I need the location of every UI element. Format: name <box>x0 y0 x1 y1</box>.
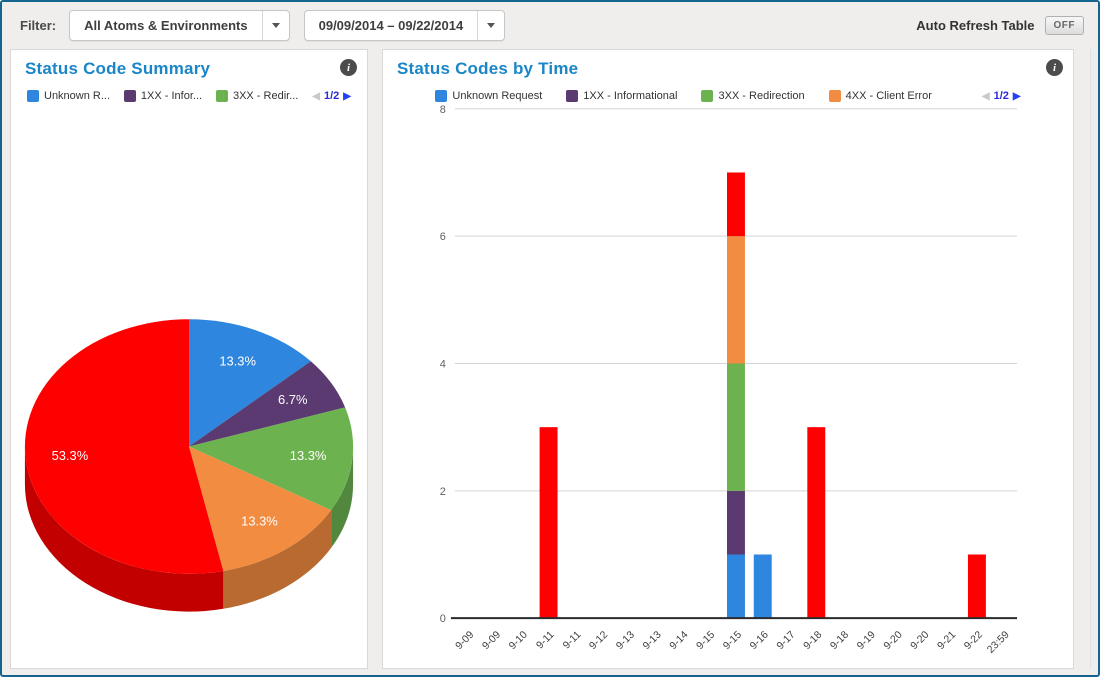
legend-item[interactable]: Unknown R... <box>27 90 110 102</box>
panel-title: Status Code Summary <box>25 59 211 78</box>
status-code-summary-panel: Status Code Summary i Unknown R... 1XX - … <box>10 49 368 669</box>
x-axis-tick-label: 23:59 <box>985 629 1011 655</box>
x-axis-tick-label: 9-15 <box>722 629 745 652</box>
chevron-down-icon[interactable] <box>263 22 289 28</box>
chevron-down-icon[interactable] <box>478 22 504 28</box>
bar-segment[interactable] <box>539 427 558 619</box>
pager-page-number: 1/2 <box>323 90 340 102</box>
x-axis-tick-label: 9-21 <box>936 629 959 652</box>
atoms-environments-value: All Atoms & Environments <box>84 17 248 33</box>
pie-slice-label: 53.3% <box>52 448 89 463</box>
legend-swatch-icon <box>701 90 714 102</box>
legend-label: Unknown Request <box>452 90 543 102</box>
legend-swatch-icon <box>123 90 136 102</box>
panel-title: Status Codes by Time <box>397 59 579 78</box>
auto-refresh-group: Auto Refresh Table OFF <box>916 15 1084 35</box>
bar-segment[interactable] <box>727 363 745 491</box>
info-icon[interactable]: i <box>1046 59 1063 76</box>
pager-page-number: 1/2 <box>993 90 1009 102</box>
legend-label: Unknown R... <box>44 90 111 102</box>
info-icon[interactable]: i <box>340 59 357 76</box>
legend-item[interactable]: 3XX - Redirection <box>701 90 805 102</box>
filter-label: Filter: <box>20 17 57 33</box>
pager-prev-icon[interactable]: ◀ <box>312 91 320 102</box>
legend-swatch-icon <box>27 90 39 102</box>
dashboard-frame: Filter: All Atoms & Environments 09/09/2… <box>0 0 1100 677</box>
auto-refresh-toggle[interactable]: OFF <box>1044 15 1084 35</box>
legend-label: 1XX - Infor... <box>140 90 203 102</box>
scrollbar-track[interactable] <box>1090 49 1098 669</box>
pie-legend: Unknown R... 1XX - Infor... 3XX - Redir...… <box>11 88 367 104</box>
x-axis-tick-label: 9-13 <box>641 629 664 652</box>
x-axis-tick-label: 9-22 <box>962 629 985 652</box>
pie-slice-label: 13.3% <box>290 448 327 463</box>
dashboard-content: Status Code Summary i Unknown R... 1XX - … <box>2 48 1098 675</box>
pager-next-icon[interactable]: ▶ <box>1013 91 1021 102</box>
y-axis-tick-label: 8 <box>440 104 446 116</box>
x-axis-tick-label: 9-11 <box>561 629 583 651</box>
pie-slice-label: 13.3% <box>219 354 256 369</box>
y-axis-tick-label: 0 <box>440 613 446 625</box>
x-axis-tick-label: 9-18 <box>802 629 825 652</box>
x-axis-tick-label: 9-20 <box>909 629 932 652</box>
legend-item[interactable]: Unknown Request <box>435 90 542 102</box>
pager-next-icon[interactable]: ▶ <box>343 91 351 102</box>
pie-slice-label: 13.3% <box>241 514 278 529</box>
legend-label: 3XX - Redir... <box>232 90 299 102</box>
y-axis-tick-label: 4 <box>440 358 446 370</box>
x-axis-tick-label: 9-17 <box>775 629 798 652</box>
legend-item[interactable]: 1XX - Informational <box>566 90 677 102</box>
legend-label: 1XX - Informational <box>583 90 678 102</box>
x-axis-tick-label: 9-09 <box>481 629 504 652</box>
bar-chart[interactable]: 024689-09 9-09 9-10 9-11 9-11 9-12 9-13 9-13 9-1… <box>383 50 1073 668</box>
pager-prev-icon[interactable]: ◀ <box>982 91 990 102</box>
legend-swatch-icon <box>828 90 841 102</box>
legend-label: 4XX - Client Error <box>845 90 932 102</box>
legend-item[interactable]: 4XX - Client Error <box>828 90 932 102</box>
x-axis-tick-label: 9-19 <box>855 629 878 652</box>
bar-segment[interactable] <box>727 236 745 364</box>
filter-bar: Filter: All Atoms & Environments 09/09/2… <box>2 2 1098 48</box>
x-axis-tick-label: 9-20 <box>882 629 905 652</box>
x-axis-tick-label: 9-09 <box>454 629 477 652</box>
x-axis-tick-label: 9-18 <box>829 629 852 652</box>
status-codes-by-time-panel: Status Codes by Time i Unknown Request 1X… <box>382 49 1074 669</box>
x-axis-tick-label: 9-16 <box>748 629 771 652</box>
legend-swatch-icon <box>566 90 579 102</box>
pie-slice-label: 6.7% <box>278 392 308 407</box>
legend-pager: ◀ 1/2 ▶ <box>312 90 351 102</box>
legend-item[interactable]: 3XX - Redir... <box>215 90 299 102</box>
bar-segment[interactable] <box>727 490 745 555</box>
x-axis-tick-label: 9-10 <box>507 629 530 652</box>
bar-legend: Unknown Request 1XX - Informational 3XX - … <box>383 88 1073 104</box>
atoms-environments-dropdown[interactable]: All Atoms & Environments <box>69 9 290 41</box>
legend-pager: ◀ 1/2 ▶ <box>982 90 1021 102</box>
bar-segment[interactable] <box>727 172 745 237</box>
x-axis-tick-label: 9-12 <box>588 629 611 652</box>
bar-segment[interactable] <box>727 554 745 619</box>
y-axis-tick-label: 2 <box>440 486 446 498</box>
bar-segment[interactable] <box>967 554 986 619</box>
x-axis-tick-label: 9-13 <box>614 629 637 652</box>
y-axis-tick-label: 6 <box>440 231 446 243</box>
legend-swatch-icon <box>435 90 448 102</box>
pie-chart[interactable]: 13.3% 6.7% 13.3% 13.3% 53.3% <box>11 50 367 668</box>
bar-segment[interactable] <box>753 554 772 619</box>
date-range-value: 09/09/2014 – 09/22/2014 <box>318 17 464 33</box>
legend-swatch-icon <box>215 90 228 102</box>
x-axis-tick-label: 9-11 <box>535 629 557 651</box>
legend-label: 3XX - Redirection <box>718 90 805 102</box>
date-range-dropdown[interactable]: 09/09/2014 – 09/22/2014 <box>303 9 506 41</box>
auto-refresh-label: Auto Refresh Table <box>916 17 1035 33</box>
legend-item[interactable]: 1XX - Infor... <box>123 90 203 102</box>
bar-segment[interactable] <box>807 427 826 619</box>
x-axis-tick-label: 9-14 <box>668 629 691 652</box>
x-axis-tick-label: 9-15 <box>695 629 718 652</box>
